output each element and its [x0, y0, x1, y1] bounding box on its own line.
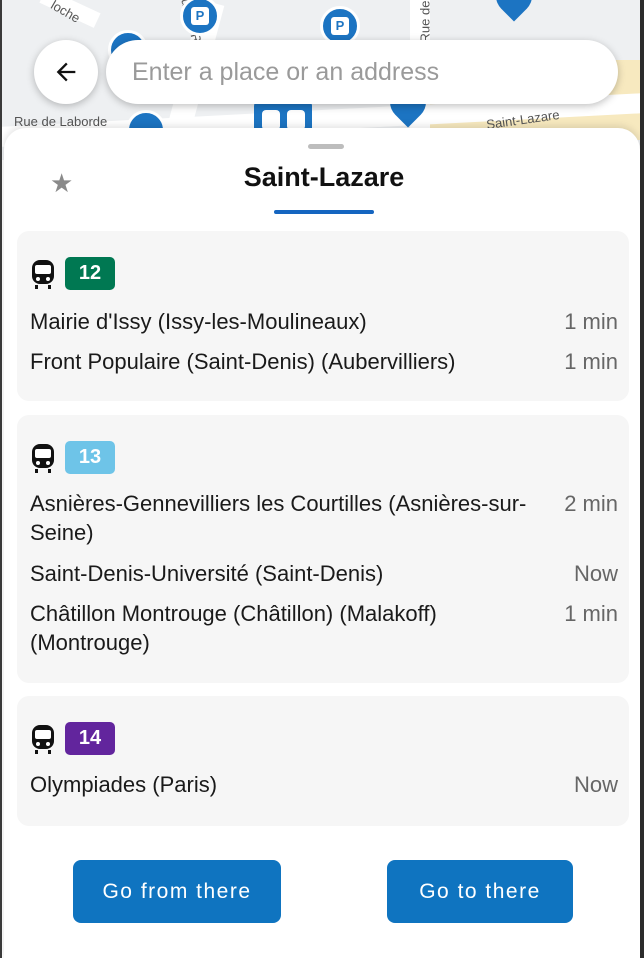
line-card: 14 Olympiades (Paris) Now	[17, 696, 629, 826]
search-input[interactable]	[132, 57, 618, 87]
metro-icon	[32, 259, 54, 289]
departure-row[interactable]: Mairie d'Issy (Issy-les-Moulineaux) 1 mi…	[30, 307, 618, 336]
parking-icon: P	[331, 17, 349, 35]
departure-row[interactable]: Asnières-Gennevilliers les Courtilles (A…	[30, 489, 618, 547]
road-label: Rue de	[417, 0, 433, 43]
line-badge: 12	[65, 257, 115, 290]
line-card: 13 Asnières-Gennevilliers les Courtilles…	[17, 415, 629, 683]
bottom-sheet: ★ Saint-Lazare 12 Mairie d'Issy (Issy-le…	[4, 128, 640, 958]
departure-destination: Olympiades (Paris)	[30, 772, 218, 797]
departure-time: Now	[573, 561, 618, 586]
departure-destination: Front Populaire (Saint-Denis) (Aubervill…	[30, 349, 456, 374]
location-pin-icon[interactable]	[488, 0, 540, 22]
departure-row[interactable]: Saint-Denis-Université (Saint-Denis) Now	[30, 559, 618, 588]
line-header: 12	[31, 257, 115, 290]
go-from-there-button[interactable]: Go from there	[73, 860, 281, 923]
road-label: Rue de Laborde	[14, 114, 108, 129]
line-header: 14	[31, 722, 115, 755]
departure-destination: Saint-Denis-Université (Saint-Denis)	[30, 561, 384, 586]
title-underline	[274, 210, 374, 214]
arrow-left-icon	[56, 62, 76, 82]
metro-icon	[32, 724, 54, 754]
back-button[interactable]	[34, 40, 98, 104]
departure-destination: Asnières-Gennevilliers les Courtilles (A…	[30, 491, 527, 545]
departure-row[interactable]: Front Populaire (Saint-Denis) (Aubervill…	[30, 347, 618, 376]
line-badge: 13	[65, 441, 115, 474]
window-border	[640, 0, 644, 958]
departure-destination: Mairie d'Issy (Issy-les-Moulineaux)	[30, 309, 367, 334]
search-bar[interactable]	[106, 40, 618, 104]
departure-time: Now	[573, 772, 618, 797]
line-card: 12 Mairie d'Issy (Issy-les-Moulineaux) 1…	[17, 231, 629, 401]
go-to-there-button[interactable]: Go to there	[387, 860, 573, 923]
departure-time: 1 min	[564, 309, 618, 334]
departure-time: 1 min	[564, 601, 618, 626]
page-title: Saint-Lazare	[243, 162, 405, 192]
drag-handle[interactable]	[308, 144, 344, 149]
metro-icon	[261, 110, 280, 130]
departure-row[interactable]: Châtillon Montrouge (Châtillon) (Malakof…	[30, 599, 618, 657]
metro-icon	[32, 443, 54, 473]
line-badge: 14	[65, 722, 115, 755]
parking-icon: P	[191, 7, 209, 25]
departure-row[interactable]: Olympiades (Paris) Now	[30, 770, 618, 799]
train-icon	[286, 110, 305, 130]
departure-destination: Châtillon Montrouge (Châtillon) (Malakof…	[30, 601, 437, 655]
departure-time: 1 min	[564, 349, 618, 374]
line-header: 13	[31, 441, 115, 474]
departure-time: 2 min	[564, 491, 618, 516]
window-border	[0, 0, 2, 958]
